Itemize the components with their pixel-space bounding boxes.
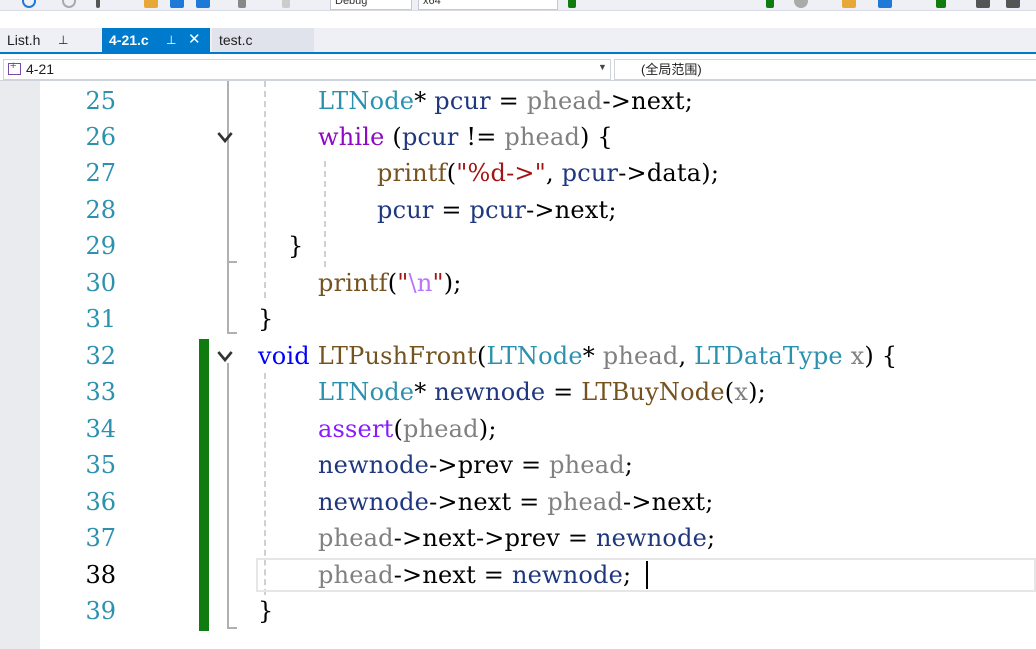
configuration-select[interactable]: Debug [330, 0, 412, 10]
close-icon[interactable]: ✕ [188, 28, 201, 52]
code-text: } [258, 597, 274, 625]
diagnostic-icon[interactable] [878, 0, 892, 8]
back-icon[interactable] [22, 0, 36, 8]
tab-test-c[interactable]: test.c [212, 28, 314, 52]
line-number: 32 [85, 342, 116, 370]
tab-list-h[interactable]: List.h ⊥ [0, 28, 98, 52]
undo-icon[interactable] [238, 0, 246, 8]
platform-select[interactable]: x64 [418, 0, 558, 10]
code-text: printf("\n"); [318, 269, 462, 297]
start-debug-icon[interactable] [568, 0, 576, 8]
code-text: LTNode* newnode = LTBuyNode(x); [318, 378, 766, 406]
fold-collapse-icon[interactable] [215, 129, 235, 145]
code-line: 25 LTNode* pcur = phead->next; [40, 83, 1036, 120]
settings-icon[interactable] [1006, 0, 1020, 8]
code-text: while (pcur != phead) { [318, 123, 613, 151]
line-number: 29 [85, 232, 116, 260]
code-text: assert(phead); [318, 415, 497, 443]
code-text: phead->next = newnode; [318, 561, 632, 589]
scope-name: (全局范围) [641, 62, 702, 77]
new-project-icon[interactable] [96, 0, 100, 8]
forward-icon[interactable] [62, 0, 76, 8]
code-line: 30 printf("\n"); [40, 265, 1036, 302]
line-number: 31 [85, 305, 116, 333]
code-text: void LTPushFront(LTNode* phead, LTDataTy… [258, 342, 898, 370]
code-text: phead->next->prev = newnode; [318, 524, 716, 552]
code-text: printf("%d->", pcur->data); [377, 159, 720, 187]
scope-dropdown[interactable]: (全局范围) [614, 59, 1036, 80]
tab-label: 4-21.c [109, 32, 149, 48]
tab-label: test.c [219, 32, 253, 48]
code-text: pcur = pcur->next; [377, 196, 617, 224]
code-text: } [288, 232, 304, 260]
code-text: } [258, 305, 274, 333]
code-line: 27 printf("%d->", pcur->data); [40, 155, 1036, 192]
project-name: 4-21 [26, 61, 55, 77]
code-editor[interactable]: 25 LTNode* pcur = phead->next; 26 while … [0, 81, 1036, 649]
code-text: LTNode* pcur = phead->next; [318, 87, 694, 115]
tab-underline [0, 52, 1036, 54]
code-text: newnode->prev = phead; [318, 451, 634, 479]
line-number: 33 [85, 378, 116, 406]
code-line: 33 LTNode* newnode = LTBuyNode(x); [40, 374, 1036, 411]
pin-icon[interactable]: ⊥ [166, 28, 176, 52]
window-layout-icon[interactable] [976, 0, 990, 8]
code-line: 39 } [40, 593, 1036, 630]
navigation-bar: 4-21 ▼ (全局范围) [0, 57, 1036, 81]
line-number: 27 [85, 159, 116, 187]
line-number: 25 [85, 87, 116, 115]
code-line: 32 void LTPushFront(LTNode* phead, LTDat… [40, 338, 1036, 375]
code-line: 36 newnode->next = phead->next; [40, 484, 1036, 521]
line-number: 39 [85, 597, 116, 625]
line-number: 35 [85, 451, 116, 479]
code-line: 31 } [40, 301, 1036, 338]
check-icon[interactable] [936, 0, 946, 8]
code-line-current: 38 phead->next = newnode; [40, 557, 1036, 594]
code-line: 28 pcur = pcur->next; [40, 192, 1036, 229]
line-number: 38 [85, 561, 116, 589]
fold-collapse-icon[interactable] [215, 348, 235, 364]
code-line: 29 } [40, 228, 1036, 265]
tab-4-21-c[interactable]: 4-21.c ⊥ ✕ [102, 28, 210, 52]
pin-icon[interactable]: ⊥ [58, 28, 68, 52]
code-line: 34 assert(phead); [40, 411, 1036, 448]
redo-icon[interactable] [282, 0, 290, 8]
code-line: 37 phead->next->prev = newnode; [40, 520, 1036, 557]
project-icon [8, 60, 21, 75]
code-text: newnode->next = phead->next; [318, 488, 714, 516]
line-number: 26 [85, 123, 116, 151]
project-dropdown[interactable]: 4-21 ▼ [3, 59, 611, 80]
glyph-margin [0, 81, 40, 649]
line-number: 28 [85, 196, 116, 224]
line-number: 37 [85, 524, 116, 552]
start-without-debug-icon[interactable] [766, 0, 774, 8]
code-line: 26 while (pcur != phead) { [40, 119, 1036, 156]
line-number: 34 [85, 415, 116, 443]
stop-icon[interactable] [794, 0, 808, 8]
tab-label: List.h [7, 32, 41, 48]
open-file-icon[interactable] [144, 0, 158, 8]
text-caret [646, 561, 648, 589]
main-toolbar: Debug x64 [0, 0, 1036, 11]
line-number: 30 [85, 269, 116, 297]
hot-reload-icon[interactable] [842, 0, 856, 8]
save-icon[interactable] [170, 0, 184, 8]
document-tabs: List.h ⊥ 4-21.c ⊥ ✕ test.c [0, 28, 1036, 54]
save-all-icon[interactable] [196, 0, 210, 8]
line-number: 36 [85, 488, 116, 516]
code-line: 35 newnode->prev = phead; [40, 447, 1036, 484]
chevron-down-icon: ▼ [598, 62, 607, 72]
